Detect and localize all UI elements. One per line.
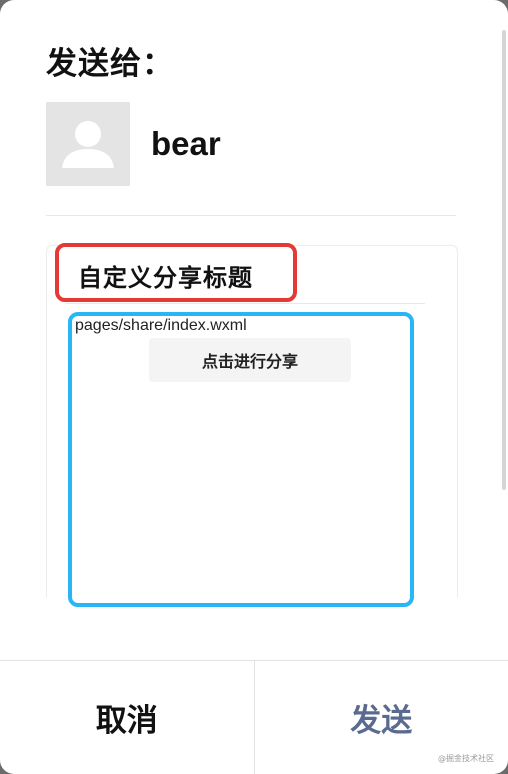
user-placeholder-icon: [62, 120, 114, 168]
dialog-scrollbar[interactable]: [502, 30, 506, 490]
watermark: @掘金技术社区: [438, 754, 494, 763]
recipient-row: bear: [46, 101, 221, 186]
recipient-name: bear: [151, 124, 221, 162]
card-divider: [65, 303, 425, 304]
cancel-button[interactable]: 取消: [0, 661, 255, 774]
divider: [46, 215, 456, 216]
content-highlight-box: [68, 312, 414, 607]
avatar: [46, 101, 130, 186]
title-highlight-box: [55, 243, 297, 302]
share-dialog: 发送给： bear 自定义分享标题 pages/share/index.wxml…: [0, 0, 508, 774]
send-to-label: 发送给：: [46, 46, 174, 82]
dialog-footer: 取消 发送: [0, 660, 508, 774]
